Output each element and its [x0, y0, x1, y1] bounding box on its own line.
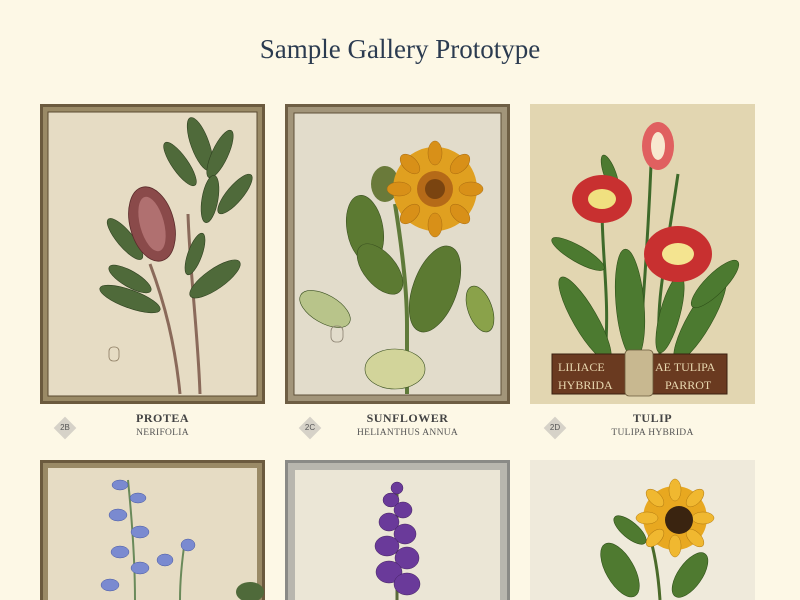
tulip-label-text: LILIACE — [558, 360, 605, 374]
tulip-image[interactable]: LILIACE AE TULIPA HYBRIDA PARROT — [530, 104, 755, 404]
tulip-label-text: AE TULIPA — [655, 360, 716, 374]
sunflower-sketch-image[interactable] — [530, 460, 755, 600]
bluebell-image[interactable] — [40, 460, 265, 600]
plant-name: SUNFLOWER — [366, 411, 449, 425]
plant-name: TULIP — [632, 411, 673, 425]
plant-species: NERIFOLIA — [136, 428, 189, 438]
card-caption: 2C SUNFLOWER HELIANTHUS ANNUA — [285, 409, 510, 443]
protea-image[interactable] — [40, 104, 265, 404]
sunflower-image[interactable] — [285, 104, 510, 404]
card-caption: 2B PROTEA NERIFOLIA — [40, 409, 265, 443]
page-title: Sample Gallery Prototype — [259, 34, 541, 64]
tulip-label-text: HYBRIDA — [558, 378, 613, 392]
plant-species: TULIPA HYBRIDA — [611, 428, 694, 438]
delphinium-image[interactable] — [285, 460, 510, 600]
card-caption: 2D TULIP TULIPA HYBRIDA — [530, 409, 755, 443]
tulip-label-text: PARROT — [665, 378, 712, 392]
plant-name: PROTEA — [135, 411, 189, 425]
plant-species: HELIANTHUS ANNUA — [356, 428, 459, 438]
